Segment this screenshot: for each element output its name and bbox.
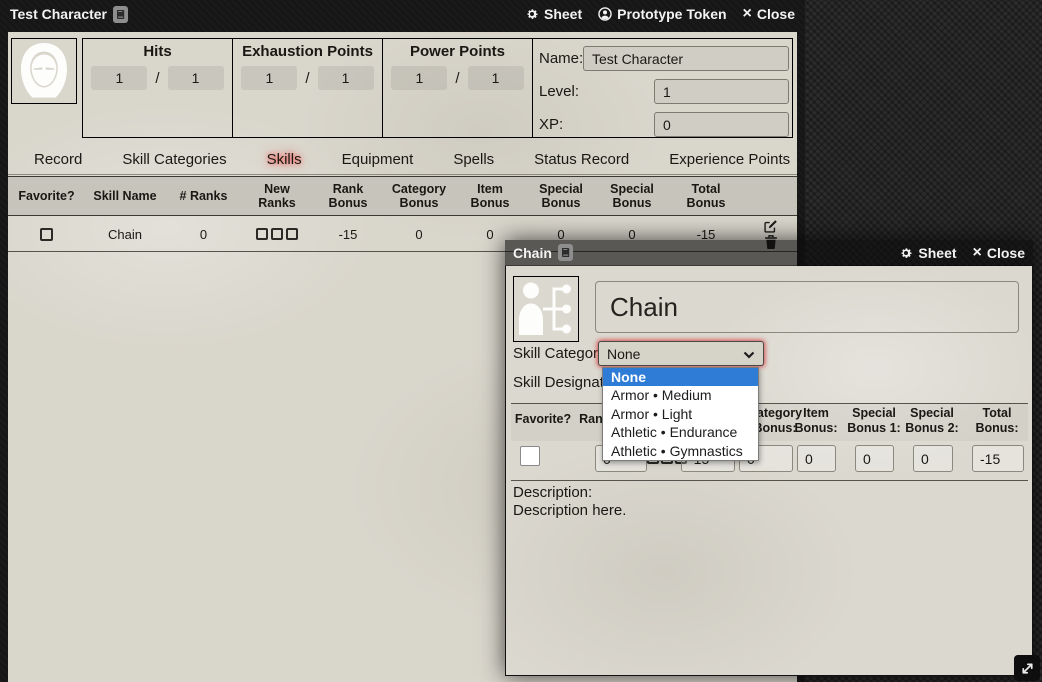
character-window-title: Test Character	[10, 6, 128, 23]
new-ranks-checkboxes	[256, 228, 298, 240]
col-favorite: Favorite?	[8, 177, 85, 215]
tab-skill-categories[interactable]: Skill Categories	[122, 151, 226, 168]
skill-category-select[interactable]: None	[598, 341, 764, 366]
special-bonus-2-input[interactable]	[913, 445, 953, 472]
new-rank-checkbox-3[interactable]	[286, 228, 298, 240]
exhaustion-box: Exhaustion Points /	[232, 38, 383, 138]
page-background: Test Character Sheet Prototype Token × C…	[0, 0, 1042, 682]
col-total-bonus: Total Bonus	[668, 177, 744, 215]
item-title-text: Chain	[513, 245, 552, 261]
table-divider	[511, 480, 1028, 481]
name-label: Name:	[539, 50, 583, 67]
skill-name-cell[interactable]: Chain	[85, 217, 165, 251]
tab-experience-points[interactable]: Experience Points	[669, 151, 790, 168]
item-name-input[interactable]	[595, 281, 1019, 333]
favorite-checkbox[interactable]	[520, 446, 540, 466]
col-item-bonus: Item Bonus	[454, 177, 526, 215]
skill-category-dropdown: None Armor • Medium Armor • Light Athlet…	[602, 367, 759, 461]
close-button[interactable]: × Close	[743, 6, 795, 22]
skill-tree-icon	[514, 277, 578, 341]
col-rank-bonus: Rank Bonus	[312, 177, 384, 215]
skills-table-header: Favorite? Skill Name # Ranks New Ranks R…	[8, 176, 797, 216]
tab-skills[interactable]: Skills	[267, 151, 302, 168]
level-label: Level:	[539, 83, 601, 100]
prototype-token-button[interactable]: Prototype Token	[598, 6, 726, 22]
name-input[interactable]	[583, 46, 789, 71]
level-input[interactable]	[654, 79, 789, 104]
edit-skill-icon[interactable]	[763, 219, 778, 234]
ranks-cell: 0	[165, 217, 242, 251]
hits-max-input[interactable]	[168, 66, 224, 90]
resize-handle[interactable]	[1014, 655, 1040, 681]
selected-option: None	[607, 346, 640, 362]
description-label: Description:	[513, 484, 592, 501]
user-circle-icon	[598, 7, 612, 21]
power-points-label: Power Points	[383, 43, 532, 60]
dropdown-option-none[interactable]: None	[603, 368, 758, 386]
character-portrait[interactable]	[11, 38, 77, 104]
window-title-text: Test Character	[10, 6, 107, 22]
favorite-checkbox[interactable]	[40, 228, 53, 241]
hits-current-input[interactable]	[91, 66, 147, 90]
item-close-button[interactable]: × Close	[973, 245, 1025, 261]
hits-label: Hits	[83, 43, 232, 60]
col-total-bonus: Total Bonus:	[969, 406, 1025, 436]
col-new-ranks: New Ranks	[242, 177, 312, 215]
total-bonus-input[interactable]	[972, 445, 1024, 472]
exhaustion-current-input[interactable]	[241, 66, 297, 90]
power-current-input[interactable]	[391, 66, 447, 90]
exhaustion-label: Exhaustion Points	[233, 43, 382, 60]
exhaustion-max-input[interactable]	[318, 66, 374, 90]
col-special-bonus-2: Special Bonus	[596, 177, 668, 215]
identity-box: Name: Level: XP:	[532, 38, 793, 138]
col-item-bonus: Item Bonus:	[790, 406, 842, 436]
power-max-input[interactable]	[468, 66, 524, 90]
journal-book-icon	[558, 244, 573, 261]
special-bonus-1-input[interactable]	[855, 445, 894, 472]
xp-label: XP:	[539, 116, 601, 133]
dropdown-option-athletic-endurance[interactable]: Athletic • Endurance	[603, 423, 758, 441]
resize-diagonal-icon	[1020, 661, 1035, 676]
tab-status-record[interactable]: Status Record	[534, 151, 629, 168]
col-num-ranks: # Ranks	[165, 177, 242, 215]
mystery-man-icon	[12, 39, 76, 103]
col-favorite: Favorite?	[514, 412, 572, 427]
tab-spells[interactable]: Spells	[453, 151, 494, 168]
dropdown-option-armor-medium[interactable]: Armor • Medium	[603, 386, 758, 404]
chevron-down-icon	[743, 346, 755, 362]
col-special-bonus-1: Special Bonus	[526, 177, 596, 215]
col-special-bonus-1: Special Bonus 1:	[845, 406, 903, 436]
xp-input[interactable]	[654, 112, 789, 137]
hits-box: Hits /	[82, 38, 233, 138]
close-icon: ×	[973, 245, 982, 261]
rank-bonus-cell: -15	[312, 217, 384, 251]
character-window-titlebar[interactable]: Test Character Sheet Prototype Token × C…	[0, 0, 805, 28]
tab-equipment[interactable]: Equipment	[342, 151, 414, 168]
dropdown-option-athletic-gymnastics[interactable]: Athletic • Gymnastics	[603, 442, 758, 460]
category-bonus-cell: 0	[384, 217, 454, 251]
chain-item-window: Chain Sheet × Close	[505, 240, 1033, 676]
item-portrait[interactable]	[513, 276, 579, 342]
col-special-bonus-2: Special Bonus 2:	[903, 406, 961, 436]
tab-record[interactable]: Record	[34, 151, 82, 168]
sheet-tabs: Record Skill Categories Skills Equipment…	[8, 145, 797, 175]
description-text[interactable]: Description here.	[513, 502, 626, 519]
sheet-config-button[interactable]: Sheet	[525, 6, 582, 22]
item-bonus-input[interactable]	[797, 445, 836, 472]
new-rank-checkbox-2[interactable]	[271, 228, 283, 240]
col-skill-name: Skill Name	[85, 177, 165, 215]
dropdown-option-armor-light[interactable]: Armor • Light	[603, 405, 758, 423]
gear-icon	[899, 246, 913, 260]
item-window-title: Chain	[513, 244, 573, 261]
col-category-bonus: Category Bonus	[384, 177, 454, 215]
item-window-titlebar[interactable]: Chain Sheet × Close	[505, 240, 1033, 266]
power-points-box: Power Points /	[382, 38, 533, 138]
skill-category-label: Skill Category	[513, 345, 606, 362]
gear-icon	[525, 7, 539, 21]
new-rank-checkbox-1[interactable]	[256, 228, 268, 240]
item-sheet-content: Skill Category None Skill Designation No…	[505, 266, 1033, 676]
item-sheet-config-button[interactable]: Sheet	[899, 245, 956, 261]
close-icon: ×	[743, 6, 752, 22]
journal-book-icon	[113, 6, 128, 23]
